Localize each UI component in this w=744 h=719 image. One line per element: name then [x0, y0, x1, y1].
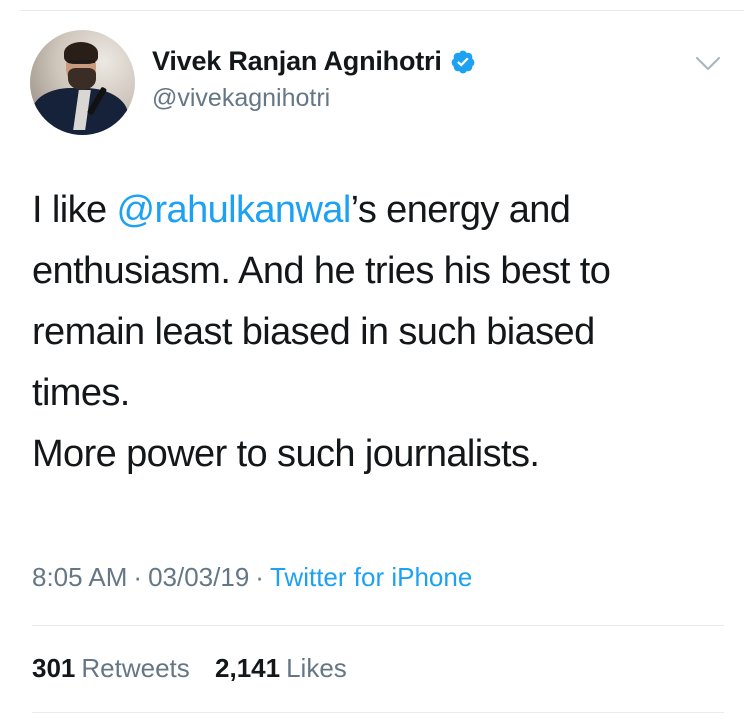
avatar[interactable] [30, 30, 135, 135]
author-handle[interactable]: @vivekagnihotri [152, 84, 330, 113]
tweet-line: remain least biased in such biased [32, 311, 595, 353]
retweets-stat[interactable]: 301 Retweets [32, 653, 190, 683]
tweet-line: More power to such journalists. [32, 433, 540, 475]
top-divider [20, 10, 744, 11]
author-name-row[interactable]: Vivek Ranjan Agnihotri [152, 46, 476, 77]
chevron-down-icon[interactable] [694, 52, 722, 74]
verified-badge-icon [451, 50, 475, 73]
tweet-text: I like @rahulkanwal’s energy and enthusi… [32, 180, 722, 485]
tweet-meta: 8:05 AM · 03/03/19 · Twitter for iPhone [32, 562, 472, 593]
meta-divider [32, 625, 724, 626]
tweet-date: 03/03/19 [148, 562, 250, 592]
likes-label: Likes [286, 653, 347, 683]
tweet-line: enthusiasm. And he tries his best to [32, 250, 611, 292]
mention-link[interactable]: @rahulkanwal [117, 189, 352, 231]
tweet-stats: 301 Retweets 2,141 Likes [32, 653, 347, 684]
meta-separator: · [133, 562, 143, 592]
tweet-source-link[interactable]: Twitter for iPhone [270, 562, 472, 592]
retweets-count: 301 [32, 653, 76, 683]
retweets-label: Retweets [81, 653, 190, 683]
tweet-detail: Vivek Ranjan Agnihotri @vivekagnihotri I… [0, 0, 744, 719]
tweet-text-segment: I like [32, 189, 117, 231]
author-display-name[interactable]: Vivek Ranjan Agnihotri [152, 46, 442, 77]
tweet-line: times. [32, 372, 130, 414]
tweet-text-segment: ’s energy and [350, 189, 571, 231]
likes-stat[interactable]: 2,141 Likes [197, 653, 347, 683]
tweet-line: I like @rahulkanwal’s energy and [32, 180, 722, 241]
avatar-glasses [68, 60, 95, 65]
avatar-beard [68, 68, 96, 90]
stats-divider [32, 712, 724, 713]
tweet-time: 8:05 AM [32, 562, 128, 592]
meta-separator: · [255, 562, 264, 592]
likes-count: 2,141 [215, 653, 281, 683]
